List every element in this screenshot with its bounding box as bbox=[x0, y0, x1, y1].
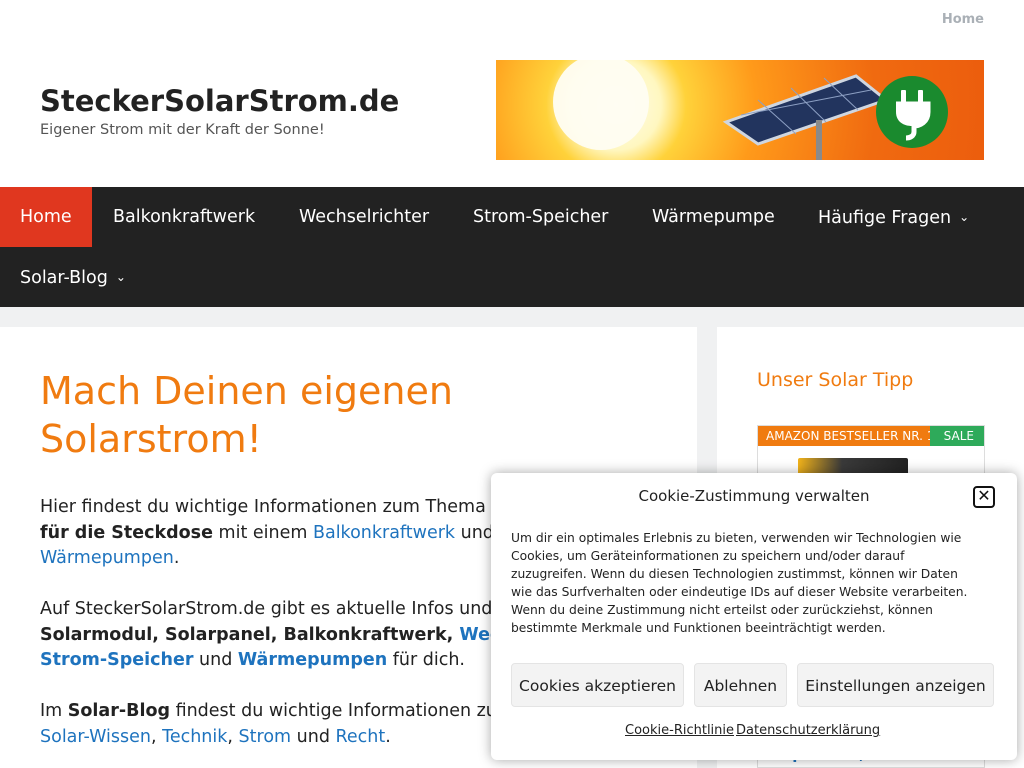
bold-text: für die Steckdose bbox=[40, 522, 213, 543]
cookie-policy-link[interactable]: Cookie-Richtlinie bbox=[625, 723, 734, 738]
close-icon[interactable]: ✕ bbox=[973, 486, 995, 508]
text: , bbox=[150, 726, 163, 747]
nav-item-balkonkraftwerk[interactable]: Balkonkraftwerk bbox=[93, 187, 275, 247]
text: . bbox=[385, 726, 391, 747]
show-settings-button[interactable]: Einstellungen anzeigen bbox=[797, 663, 994, 707]
site-tagline: Eigener Strom mit der Kraft der Sonne! bbox=[40, 122, 325, 138]
bold-text: Solar-Blog bbox=[67, 701, 170, 721]
link-solar-wissen[interactable]: Solar-Wissen bbox=[40, 727, 151, 747]
solar-panel-icon bbox=[722, 74, 890, 146]
sale-badge: SALE bbox=[929, 426, 984, 446]
cookie-consent-dialog: Cookie-Zustimmung verwalten ✕ Um dir ein… bbox=[491, 473, 1017, 760]
chevron-down-icon: ⌄ bbox=[959, 210, 970, 224]
bestseller-badge: AMAZON BESTSELLER NR. 1 bbox=[758, 426, 943, 446]
privacy-policy-link[interactable]: Datenschutzerklärung bbox=[736, 723, 880, 738]
text: für dich. bbox=[387, 650, 465, 670]
text: mit einem bbox=[212, 522, 313, 543]
text: und bbox=[193, 650, 238, 670]
plug-icon bbox=[876, 76, 948, 148]
text: findest du wichtige Informationen zu bbox=[170, 701, 497, 721]
link-strom-speicher[interactable]: Strom-Speicher bbox=[40, 650, 193, 670]
nav-item-waermepumpe[interactable]: Wärmepumpe bbox=[632, 187, 795, 247]
text: und bbox=[291, 726, 336, 747]
accept-cookies-button[interactable]: Cookies akzeptieren bbox=[511, 663, 684, 707]
widget-title: Unser Solar Tipp bbox=[757, 369, 914, 391]
chevron-down-icon: ⌄ bbox=[115, 270, 126, 284]
text: , bbox=[227, 726, 239, 747]
cookie-dialog-text: Um dir ein optimales Erlebnis zu bieten,… bbox=[511, 531, 968, 635]
link-recht[interactable]: Recht bbox=[336, 727, 386, 747]
text: Auf SteckerSolarStrom.de gibt es aktuell… bbox=[40, 599, 510, 619]
nav-item-label: Solar-Blog bbox=[20, 268, 108, 288]
cookie-dialog-title: Cookie-Zustimmung verwalten bbox=[638, 487, 870, 505]
nav-item-haeufige-fragen[interactable]: Häufige Fragen ⌄ bbox=[798, 187, 989, 247]
text: Im bbox=[40, 701, 68, 721]
sun-icon bbox=[553, 60, 649, 150]
nav-item-home[interactable]: Home bbox=[0, 187, 92, 247]
text: Hier findest du wichtige Informationen z… bbox=[40, 497, 508, 517]
bold-text: Solarmodul, Solarpanel, Balkonkraftwerk, bbox=[40, 624, 460, 645]
nav-item-solar-blog[interactable]: Solar-Blog ⌄ bbox=[0, 247, 146, 307]
header-banner bbox=[496, 60, 984, 160]
top-home-link[interactable]: Home bbox=[942, 12, 984, 27]
link-technik[interactable]: Technik bbox=[162, 727, 227, 747]
main-navigation: Home Balkonkraftwerk Wechselrichter Stro… bbox=[0, 187, 1024, 307]
link-waermepumpen[interactable]: Wärmepumpen bbox=[40, 548, 174, 568]
deny-cookies-button[interactable]: Ablehnen bbox=[694, 663, 787, 707]
link-balkonkraftwerk[interactable]: Balkonkraftwerk bbox=[313, 523, 455, 543]
site-header: Home SteckerSolarStrom.de Eigener Strom … bbox=[0, 0, 1024, 187]
nav-item-wechselrichter[interactable]: Wechselrichter bbox=[279, 187, 449, 247]
site-title[interactable]: SteckerSolarStrom.de bbox=[40, 84, 399, 118]
page-title: Mach Deinen eigenen Solarstrom! bbox=[40, 369, 453, 461]
link-waermepumpen-bold[interactable]: Wärmepumpen bbox=[238, 650, 387, 670]
link-strom[interactable]: Strom bbox=[239, 727, 292, 747]
nav-item-label: Häufige Fragen bbox=[818, 208, 952, 228]
nav-item-strom-speicher[interactable]: Strom-Speicher bbox=[453, 187, 628, 247]
text: . bbox=[173, 548, 180, 568]
